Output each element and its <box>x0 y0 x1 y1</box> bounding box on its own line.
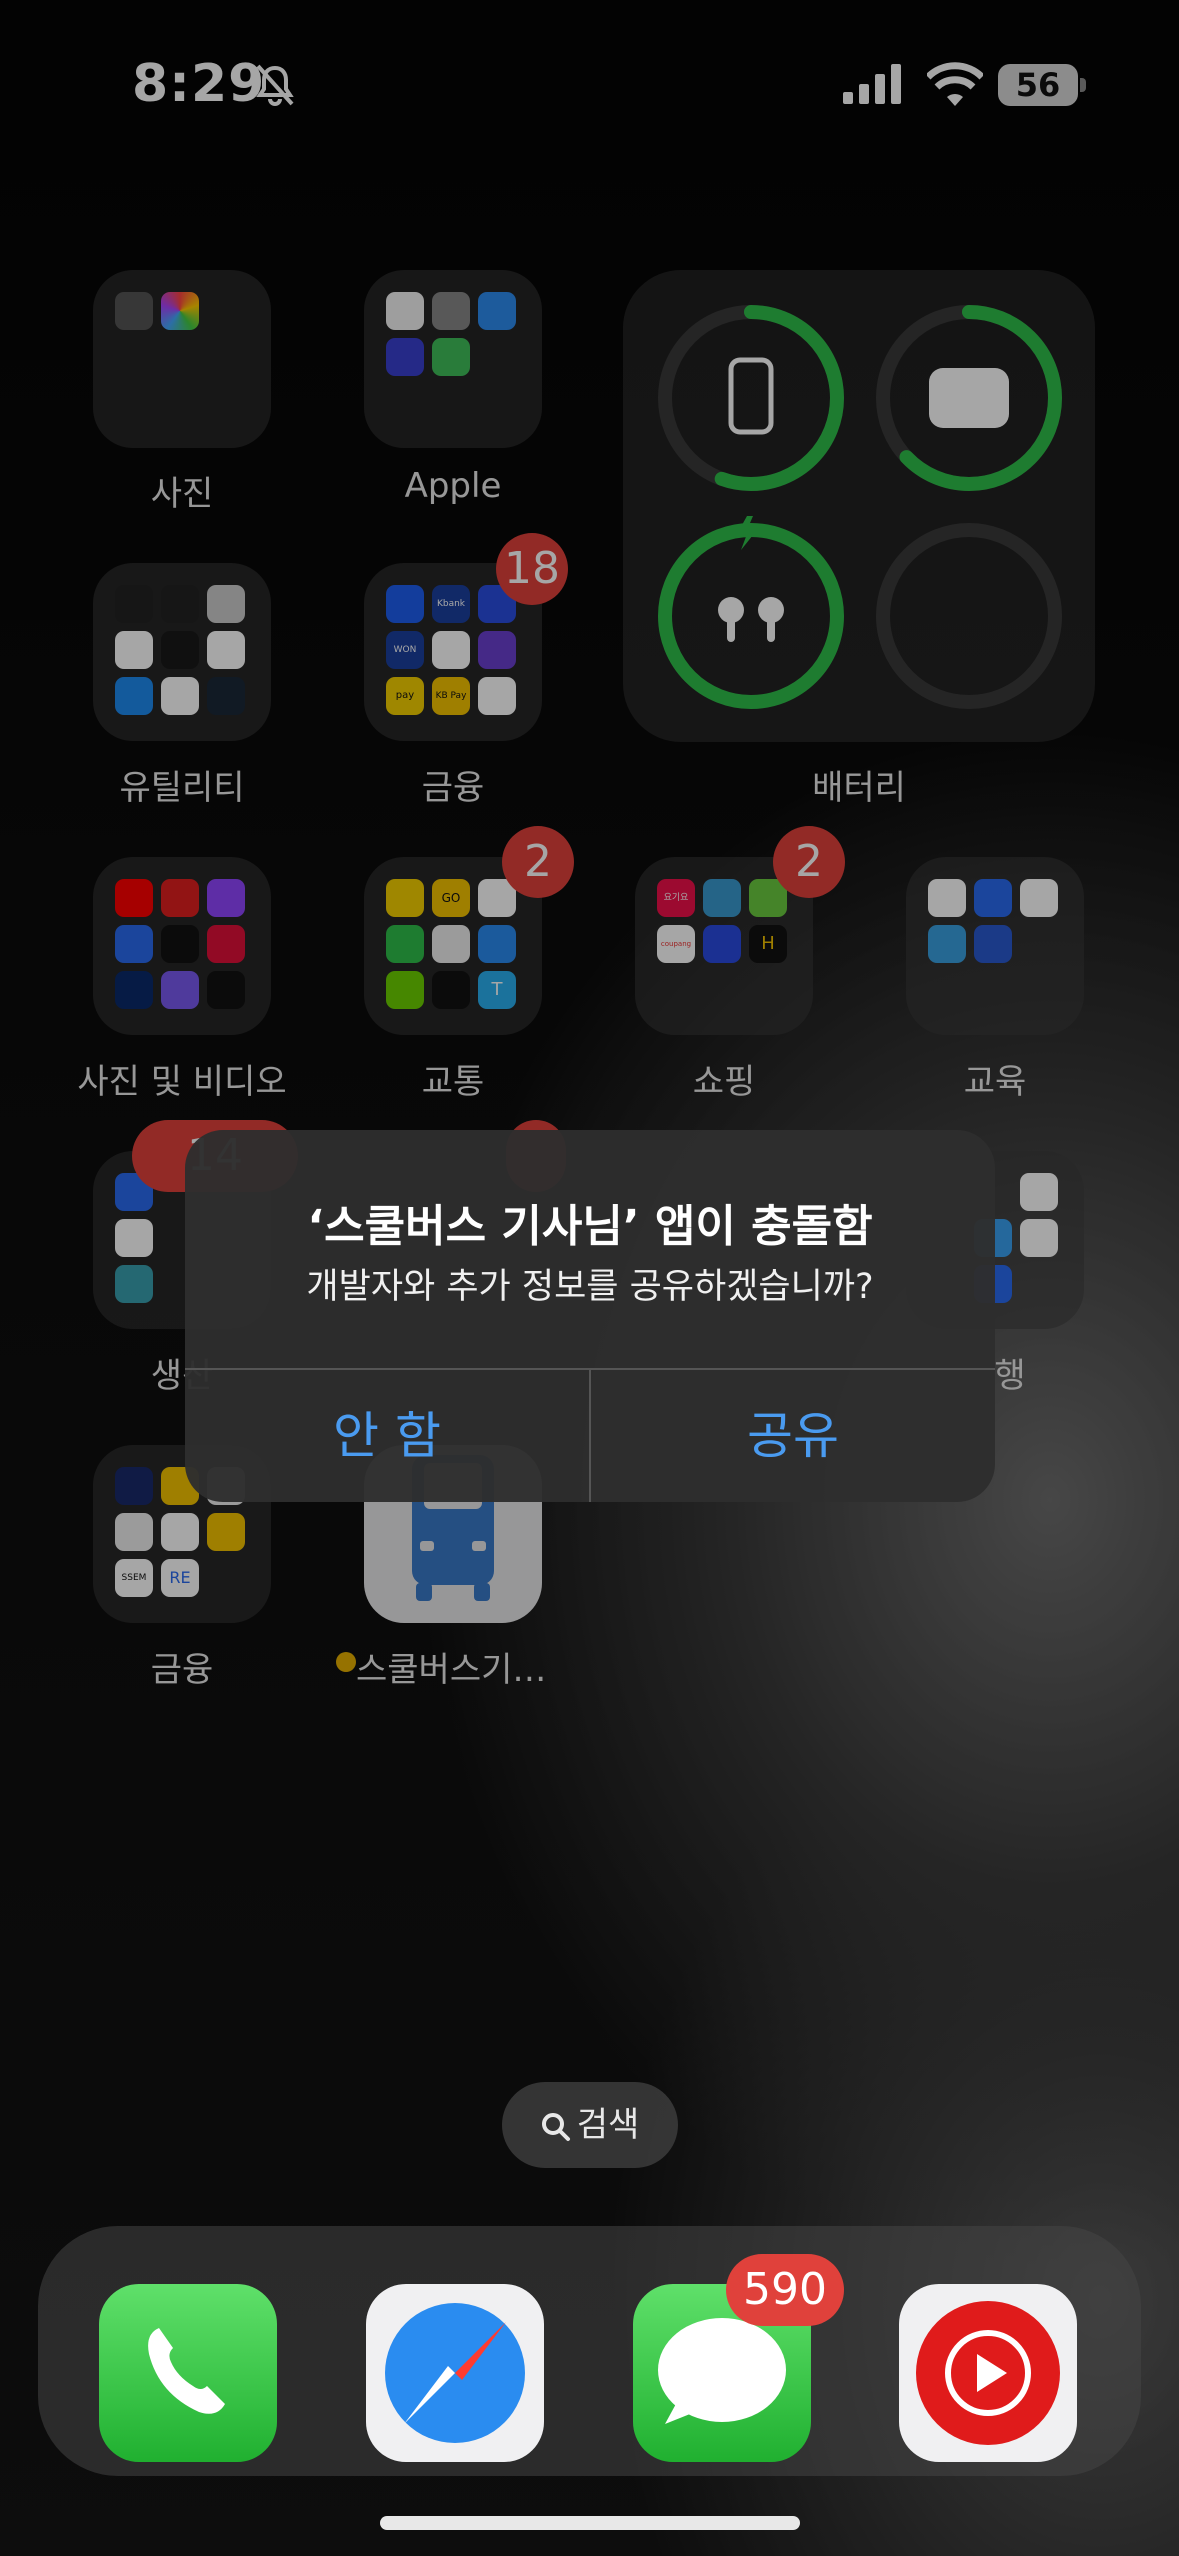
phone-app[interactable] <box>99 2284 277 2462</box>
youtube-music-app[interactable] <box>899 2284 1077 2462</box>
share-button[interactable]: 공유 <box>591 1370 995 1502</box>
compass-icon <box>385 2303 525 2443</box>
alert-message: 개발자와 추가 정보를 공유하겠습니까? <box>306 1267 874 1307</box>
home-indicator[interactable] <box>380 2516 800 2530</box>
alert-title: ‘스쿨버스 기사님’ 앱이 충돌함 <box>307 1201 873 1252</box>
search-icon <box>541 2112 570 2141</box>
safari-app[interactable] <box>366 2284 544 2462</box>
badge-messages: 590 <box>726 2254 844 2326</box>
home-search-button[interactable]: 검색 <box>502 2082 678 2168</box>
dont-share-button[interactable]: 안 함 <box>185 1370 589 1502</box>
search-label: 검색 <box>576 2105 640 2145</box>
phone-icon <box>148 2328 225 2414</box>
crash-alert-dialog: ‘스쿨버스 기사님’ 앱이 충돌함 개발자와 추가 정보를 공유하겠습니까? 안… <box>185 1130 995 1502</box>
youtube-music-icon <box>916 2301 1060 2445</box>
